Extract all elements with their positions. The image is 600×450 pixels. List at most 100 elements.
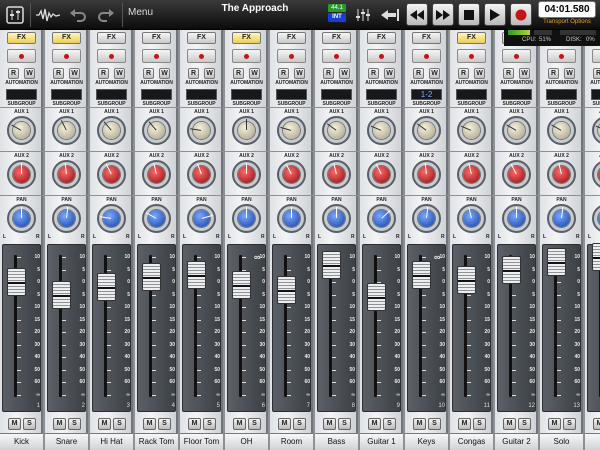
fx-button[interactable]: FX <box>7 32 36 44</box>
automation-read-button[interactable]: R <box>278 68 289 79</box>
fx-button[interactable]: FX <box>277 32 306 44</box>
solo-button[interactable]: S <box>23 418 36 430</box>
aux2-knob[interactable] <box>502 160 531 189</box>
pan-knob[interactable] <box>52 204 81 233</box>
aux1-knob[interactable] <box>592 116 600 145</box>
mute-button[interactable]: M <box>593 418 600 430</box>
automation-read-button[interactable]: R <box>53 68 64 79</box>
fast-forward-icon[interactable] <box>432 3 454 26</box>
fx-button[interactable]: FX <box>412 32 441 44</box>
automation-write-button[interactable]: W <box>339 68 350 79</box>
fx-button[interactable]: FX <box>232 32 261 44</box>
fader-handle[interactable] <box>412 260 431 289</box>
mute-button[interactable]: M <box>323 418 336 430</box>
subgroup-selector[interactable] <box>321 89 352 100</box>
solo-button[interactable]: S <box>383 418 396 430</box>
waveform-icon[interactable] <box>34 0 62 30</box>
fader-handle[interactable] <box>232 270 251 299</box>
pan-knob[interactable] <box>97 204 126 233</box>
aux2-knob[interactable] <box>322 160 351 189</box>
input-monitor-icon[interactable] <box>352 0 374 30</box>
pan-knob[interactable] <box>322 204 351 233</box>
subgroup-selector[interactable] <box>546 89 577 100</box>
aux2-knob[interactable] <box>7 160 36 189</box>
aux1-knob[interactable] <box>367 116 396 145</box>
solo-button[interactable]: S <box>203 418 216 430</box>
track-name[interactable]: Snare <box>45 433 88 450</box>
solo-button[interactable]: S <box>518 418 531 430</box>
aux2-knob[interactable] <box>52 160 81 189</box>
aux1-knob[interactable] <box>502 116 531 145</box>
aux1-knob[interactable] <box>52 116 81 145</box>
fx-button[interactable]: FX <box>187 32 216 44</box>
solo-button[interactable]: S <box>293 418 306 430</box>
solo-button[interactable]: S <box>113 418 126 430</box>
track-name[interactable]: Guitar 2 <box>495 433 538 450</box>
mute-button[interactable]: M <box>503 418 516 430</box>
aux2-knob[interactable] <box>547 160 576 189</box>
record-arm-button[interactable] <box>322 49 351 63</box>
record-arm-button[interactable] <box>7 49 36 63</box>
record-arm-button[interactable] <box>52 49 81 63</box>
automation-write-button[interactable]: W <box>294 68 305 79</box>
automation-read-button[interactable]: R <box>143 68 154 79</box>
play-icon[interactable] <box>484 3 506 26</box>
pan-knob[interactable] <box>142 204 171 233</box>
aux1-knob[interactable] <box>97 116 126 145</box>
subgroup-selector[interactable] <box>51 89 82 100</box>
fx-button[interactable]: FX <box>322 32 351 44</box>
aux1-knob[interactable] <box>412 116 441 145</box>
record-arm-button[interactable] <box>277 49 306 63</box>
track-name[interactable]: Solo <box>540 433 583 450</box>
solo-button[interactable]: S <box>338 418 351 430</box>
aux2-knob[interactable] <box>277 160 306 189</box>
automation-write-button[interactable]: W <box>69 68 80 79</box>
mute-button[interactable]: M <box>548 418 561 430</box>
subgroup-selector[interactable] <box>501 89 532 100</box>
aux1-knob[interactable] <box>322 116 351 145</box>
automation-write-button[interactable]: W <box>24 68 35 79</box>
automation-read-button[interactable]: R <box>458 68 469 79</box>
record-arm-button[interactable] <box>547 49 576 63</box>
record-arm-button[interactable] <box>187 49 216 63</box>
menu-button[interactable]: Menu <box>128 7 153 18</box>
subgroup-selector[interactable] <box>141 89 172 100</box>
subgroup-selector[interactable] <box>366 89 397 100</box>
automation-write-button[interactable]: W <box>519 68 530 79</box>
solo-button[interactable]: S <box>563 418 576 430</box>
track-name[interactable]: Floor Tom <box>180 433 223 450</box>
pan-knob[interactable] <box>412 204 441 233</box>
subgroup-selector[interactable] <box>186 89 217 100</box>
record-icon[interactable] <box>510 3 532 26</box>
automation-read-button[interactable]: R <box>8 68 19 79</box>
fx-button[interactable]: FX <box>367 32 396 44</box>
subgroup-selector[interactable] <box>591 89 600 100</box>
fader-handle[interactable] <box>277 275 296 304</box>
aux2-knob[interactable] <box>412 160 441 189</box>
aux1-knob[interactable] <box>7 116 36 145</box>
aux2-knob[interactable] <box>142 160 171 189</box>
automation-read-button[interactable]: R <box>188 68 199 79</box>
rewind-icon[interactable] <box>406 3 428 26</box>
pan-knob[interactable] <box>277 204 306 233</box>
pan-knob[interactable] <box>502 204 531 233</box>
fader-handle[interactable] <box>367 283 386 312</box>
automation-read-button[interactable]: R <box>413 68 424 79</box>
automation-read-button[interactable]: R <box>98 68 109 79</box>
return-to-start-icon[interactable] <box>378 0 402 30</box>
aux1-knob[interactable] <box>142 116 171 145</box>
automation-read-button[interactable]: R <box>503 68 514 79</box>
stop-icon[interactable] <box>458 3 480 26</box>
solo-button[interactable]: S <box>428 418 441 430</box>
automation-read-button[interactable]: R <box>548 68 559 79</box>
automation-read-button[interactable]: R <box>323 68 334 79</box>
fader-handle[interactable] <box>322 250 341 279</box>
record-arm-button[interactable] <box>502 49 531 63</box>
aux1-knob[interactable] <box>277 116 306 145</box>
undo-icon[interactable] <box>66 0 90 30</box>
aux2-knob[interactable] <box>232 160 261 189</box>
subgroup-selector[interactable] <box>96 89 127 100</box>
automation-write-button[interactable]: W <box>429 68 440 79</box>
pan-knob[interactable] <box>547 204 576 233</box>
record-arm-button[interactable] <box>367 49 396 63</box>
